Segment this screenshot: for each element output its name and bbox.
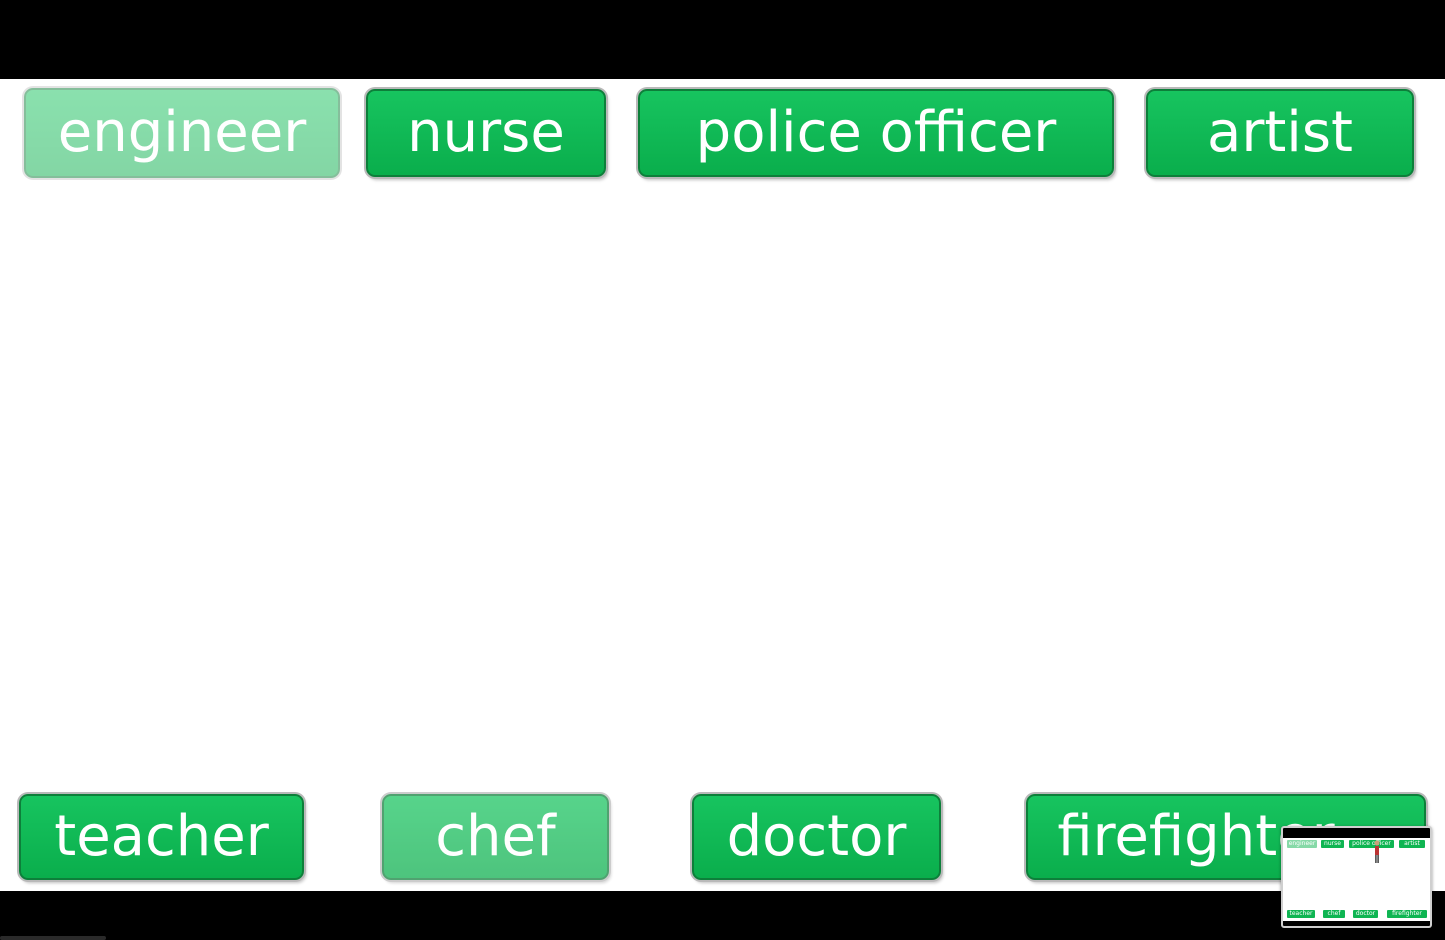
thumbnail-word: artist: [1399, 840, 1425, 848]
character-figure-icon: [1374, 840, 1380, 863]
thumbnail-word: teacher: [1287, 910, 1315, 918]
word-button-doctor[interactable]: doctor: [692, 794, 941, 880]
thumbnail-word: chef: [1323, 910, 1345, 918]
word-label: engineer: [57, 100, 307, 165]
word-button-police-officer[interactable]: police officer: [638, 89, 1114, 177]
word-button-chef[interactable]: chef: [382, 794, 609, 880]
thumbnail-bottom-bar: [1283, 921, 1430, 926]
thumbnail-word: firefighter: [1387, 910, 1427, 918]
word-label: police officer: [695, 100, 1057, 165]
top-letterbox: [0, 0, 1445, 79]
word-button-artist[interactable]: artist: [1146, 89, 1414, 177]
word-label: chef: [435, 804, 556, 869]
word-label: nurse: [407, 100, 565, 165]
word-label: doctor: [726, 804, 907, 869]
word-label: artist: [1207, 100, 1353, 165]
thumbnail-word: doctor: [1353, 910, 1378, 918]
word-button-engineer[interactable]: engineer: [24, 88, 340, 178]
activity-stage: [0, 79, 1445, 891]
thumbnail-word: engineer: [1287, 840, 1317, 848]
bottom-letterbox: [0, 891, 1445, 940]
progress-scrubber[interactable]: [0, 936, 106, 940]
word-button-nurse[interactable]: nurse: [366, 89, 606, 177]
word-button-teacher[interactable]: teacher: [19, 794, 304, 880]
thumbnail-top-bar: [1283, 828, 1430, 838]
thumbnail-word: police officer: [1349, 840, 1394, 848]
slide-thumbnail-preview[interactable]: engineer nurse police officer artist tea…: [1281, 826, 1432, 928]
thumbnail-word: nurse: [1321, 840, 1344, 848]
word-label: teacher: [54, 804, 269, 869]
